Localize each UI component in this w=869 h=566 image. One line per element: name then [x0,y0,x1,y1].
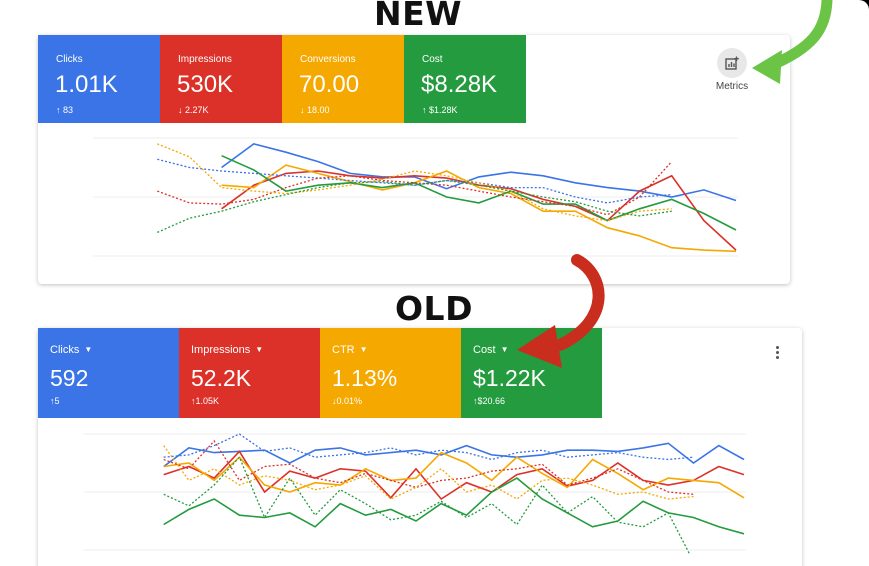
tile-delta: ↑1.05K [191,396,220,406]
tile-value: $8.28K [421,71,498,98]
tile-delta: ↓ 18.00 [300,105,330,115]
tile-label: Clicks [56,54,83,65]
more-vert-icon[interactable] [770,342,784,366]
new-tile-cost[interactable]: Cost $8.28K ↑ $1.28K [404,35,526,123]
chart-series-line-2 [221,164,737,253]
tile-value: 1.01K [55,71,118,98]
arrow-down-icon: ↓ [178,105,183,115]
metrics-label: Metrics [715,81,749,92]
new-trend-chart [93,137,738,257]
comparison-canvas: NEW Clicks 1.01K ↑ 83 Impressions 530K ↓… [0,0,869,566]
old-tile-ctr[interactable]: CTR ▼ 1.13% ↓0.01% [320,328,461,418]
old-scorecard-panel: Clicks ▼ 592 ↑5 Impressions ▼ 52.2K ↑1.05K… [38,328,802,566]
dropdown-arrow-icon: ▼ [255,345,264,354]
old-tile-clicks[interactable]: Clicks ▼ 592 ↑5 [38,328,179,418]
old-tile-impressions[interactable]: Impressions ▼ 52.2K ↑1.05K [179,328,320,418]
dropdown-arrow-icon: ▼ [84,345,93,354]
tile-delta: ↑ $1.28K [422,105,458,115]
heading-new: NEW [374,0,463,33]
tile-value: 52.2K [191,365,252,391]
chart-series-line-4 [157,158,672,204]
chart-series-line-0 [163,442,745,468]
tile-value: 1.13% [332,365,398,391]
add-chart-icon [717,48,747,78]
dropdown-arrow-icon: ▼ [359,345,368,354]
tile-delta: ↓0.01% [332,396,363,406]
new-scorecard-panel: Clicks 1.01K ↑ 83 Impressions 530K ↓ 2.2… [38,35,790,284]
tile-label: Cost [422,54,443,65]
chart-series-line-6 [163,445,694,500]
tile-delta: ↓ 2.27K [178,105,209,115]
chart-series-line-1 [221,170,737,251]
tile-delta: ↑ 83 [56,105,74,115]
tile-label: CTR ▼ [332,344,368,356]
tile-label: Impressions ▼ [191,344,264,356]
arrow-down-icon: ↓ [300,105,305,115]
old-trend-chart [84,433,746,554]
arrow-up-icon: ↑ [422,105,427,115]
chart-series-line-7 [157,179,672,233]
chart-series-line-4 [163,433,694,461]
tile-label: Cost ▼ [473,344,509,356]
tile-value: 530K [177,71,234,98]
dropdown-arrow-icon: ▼ [500,345,509,354]
tile-delta: ↑5 [50,396,60,406]
new-tile-impressions[interactable]: Impressions 530K ↓ 2.27K [160,35,282,123]
tile-value: 70.00 [299,71,360,98]
new-tile-clicks[interactable]: Clicks 1.01K ↑ 83 [38,35,160,123]
tile-label: Clicks ▼ [50,344,93,356]
tile-label: Impressions [178,54,232,65]
tile-label: Conversions [300,54,356,65]
arrow-up-icon: ↑ [56,105,61,115]
heading-old: OLD [395,289,473,328]
new-tile-conversions[interactable]: Conversions 70.00 ↓ 18.00 [282,35,404,123]
tile-value: 592 [50,365,89,391]
old-tile-cost[interactable]: Cost ▼ $1.22K ↑$20.66 [461,328,602,418]
chart-series-line-3 [221,154,737,231]
tile-value: $1.22K [473,365,546,391]
tile-delta: ↑$20.66 [473,396,506,406]
metrics-button[interactable]: Metrics [712,48,752,92]
